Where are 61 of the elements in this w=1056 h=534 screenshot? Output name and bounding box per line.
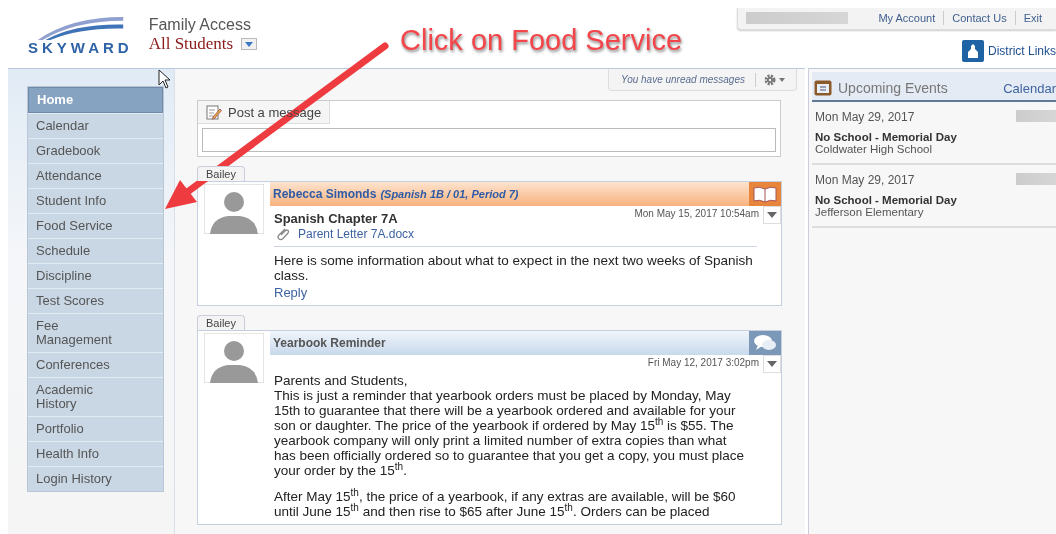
event-location: Jefferson Elementary [815,206,925,218]
paperclip-icon [276,227,290,241]
caret-icon [767,212,777,218]
message-menu-button[interactable] [763,355,781,373]
sidebar-item[interactable]: Attendance [28,163,163,188]
sidebar-item[interactable]: Gradebook [28,138,163,163]
event-title[interactable]: No School - Memorial Day [815,131,1056,143]
message-text: This is just a reminder that yearbook orders must be placed by Monday, May 15th to guarantee that there will be a yearbook ordered and available for your son or daughter. The price of the yearbook if ordered by May 15$^{th}$ is $55. The yearbook company will only print a limited number of extra copies than what has been officially ordered so to guarantee that you get a copy, you must place your order by the 15$^{th}$. [274,388,746,478]
header-link[interactable]: My Account [870,12,944,24]
calendar-link[interactable]: Calendar [1003,80,1056,96]
caret-icon [767,361,777,367]
district-links-link[interactable]: District Links [988,44,1056,58]
sidebar-item[interactable]: Fee Management [28,313,163,352]
redacted-bar [1016,173,1056,185]
redacted-bar [1016,110,1056,122]
message-date: Fri May 12, 2017 3:02pm [647,357,759,368]
header-link[interactable]: Contact Us [944,12,1015,24]
message-text: Parents and Students, [274,373,409,388]
course-label: (Spanish 1B / 01, Period 7) [380,188,519,200]
message-title: Yearbook Reminder [273,336,386,350]
sidebar-item[interactable]: Calendar [28,113,163,138]
sidebar-item[interactable]: Test Scores [28,288,163,313]
annotation-text: Click on Food Service [400,24,683,57]
schoolhouse-icon[interactable] [962,40,984,62]
unread-notice[interactable]: You have unread messages [609,72,756,87]
message-date: Mon May 15, 2017 10:54am [634,208,759,219]
message-text: Here is some information about what to expect in the next two weeks of Spanish class. [274,253,754,283]
sidebar-item[interactable]: Portfolio [28,416,163,441]
sidebar-item[interactable]: Health Info [28,441,163,466]
sidebar-item[interactable]: Food Service [28,213,163,238]
sidebar-item[interactable]: Login History [28,466,163,491]
mouse-pointer-icon [158,69,172,89]
event-title[interactable]: No School - Memorial Day [815,194,1056,206]
sidebar-item[interactable]: Schedule [28,238,163,263]
logo-text: SKYWARD [28,40,133,56]
caret-icon [245,41,254,47]
notepad-pencil-icon [206,104,222,120]
panel-title: Upcoming Events [838,80,948,96]
student-tab[interactable]: Bailey [197,315,245,330]
event-date: Mon May 29, 2017 [815,110,915,124]
sender-link[interactable]: Rebecca Simonds [273,187,377,201]
attachment-link[interactable]: Parent Letter 7A.docx [298,227,415,241]
student-selector[interactable]: All Students [148,34,234,54]
dropdown-button[interactable] [241,38,258,50]
event-location: Coldwater High School [815,143,933,155]
gear-icon [764,73,788,86]
event-date: Mon May 29, 2017 [815,173,915,187]
header-link[interactable]: Exit [1015,12,1050,24]
avatar-silhouette [204,333,264,383]
message-input[interactable] [202,128,776,152]
sidebar-item[interactable]: Conferences [28,352,163,377]
avatar-silhouette [204,184,264,234]
message-menu-button[interactable] [763,206,781,224]
message-subject: Spanish Chapter 7A [274,211,398,226]
student-tab[interactable]: Bailey [197,166,245,181]
sidebar-item[interactable]: Student Info [28,188,163,213]
sidebar-item[interactable]: Discipline [28,263,163,288]
sidebar-item[interactable]: Academic History [28,377,163,416]
app-title: Family Access [148,16,252,34]
reply-link[interactable]: Reply [274,285,308,300]
message-text: After May 15$^{th}$, the price of a yearbook, if any extras are available, will be $60 until June 15$^{th}$ and then rise to $65 after June 15$^{th}$. Orders can be placed [274,489,737,519]
